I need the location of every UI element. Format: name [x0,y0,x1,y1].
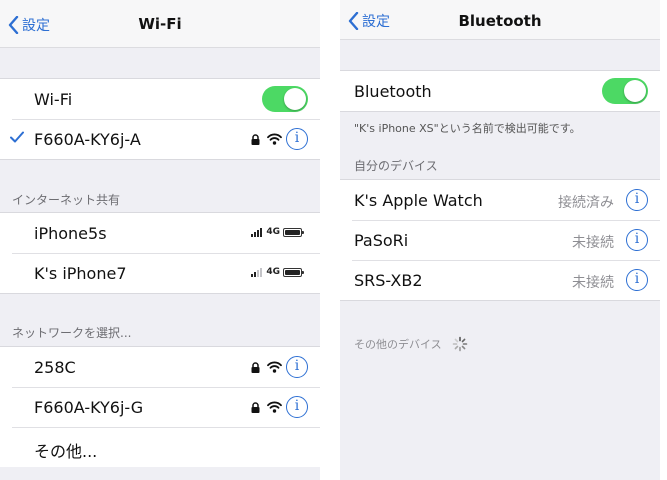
hotspot-section-header: インターネット共有 [12,193,121,207]
other-network-label: その他... [34,442,98,461]
page-title: Wi-Fi [138,15,182,33]
checkmark-icon [10,131,24,143]
wifi-signal-icon [267,401,282,413]
lock-icon [251,134,260,145]
cellular-signal-icon [251,227,263,237]
wifi-toggle-switch[interactable] [262,86,308,112]
network-row[interactable]: 258C i [0,347,320,387]
loading-spinner-icon [452,336,467,352]
bluetooth-toggle-row: Bluetooth [340,71,660,111]
toggle-knob [284,88,306,110]
battery-icon [283,227,304,237]
network-type: 4G [266,267,280,277]
bluetooth-nav-bar: 設定 Bluetooth [340,0,660,40]
wifi-signal-icon [267,133,282,145]
my-devices-header: 自分のデバイス [354,159,438,173]
other-network-row[interactable]: その他... [0,427,320,467]
info-icon[interactable]: i [626,229,648,251]
device-status: 未接続 [572,235,614,251]
device-name: PaSoRi [354,231,409,250]
lock-icon [251,402,260,413]
networks-group: 258C i F660A-KY6j-G i その他... [0,346,320,467]
bluetooth-toggle-switch[interactable] [602,78,648,104]
wifi-settings-screen: 設定 Wi-Fi Wi-Fi F660A-KY6j-A i インターネット共有 … [0,0,320,480]
device-row[interactable]: K's Apple Watch 接続済み i [340,180,660,220]
bluetooth-settings-screen: 設定 Bluetooth Bluetooth "K's iPhone XS"とい… [340,0,660,480]
hotspot-status: 4G [251,267,304,277]
network-type: 4G [266,227,280,237]
discoverable-description: "K's iPhone XS"という名前で検出可能です。 [354,122,581,135]
device-status: 未接続 [572,275,614,291]
connected-network-name: F660A-KY6j-A [34,130,141,149]
my-devices-group: K's Apple Watch 接続済み i PaSoRi 未接続 i SRS-… [340,179,660,301]
wifi-toggle-label: Wi-Fi [34,90,73,109]
connected-network-row[interactable]: F660A-KY6j-A i [0,119,320,159]
networks-section-header: ネットワークを選択... [12,326,132,340]
hotspot-status: 4G [251,227,304,237]
hotspot-group: iPhone5s 4G K's iPhone7 4G [0,212,320,294]
info-icon[interactable]: i [286,128,308,150]
lock-icon [251,362,260,373]
hotspot-row[interactable]: iPhone5s 4G [0,213,320,253]
hotspot-name: K's iPhone7 [34,264,127,283]
device-status: 接続済み [558,195,614,211]
wifi-signal-icon [267,361,282,373]
hotspot-name: iPhone5s [34,224,107,243]
info-icon[interactable]: i [286,356,308,378]
wifi-main-group: Wi-Fi F660A-KY6j-A i [0,78,320,160]
hotspot-row[interactable]: K's iPhone7 4G [0,253,320,293]
bluetooth-toggle-group: Bluetooth [340,70,660,112]
cellular-signal-icon [251,267,263,277]
other-devices-header: その他のデバイス [354,338,442,351]
network-row[interactable]: F660A-KY6j-G i [0,387,320,427]
info-icon[interactable]: i [626,269,648,291]
wifi-nav-bar: 設定 Wi-Fi [0,0,320,48]
info-icon[interactable]: i [286,396,308,418]
wifi-toggle-row: Wi-Fi [0,79,320,119]
toggle-knob [624,80,646,102]
bluetooth-toggle-label: Bluetooth [354,82,432,101]
device-row[interactable]: PaSoRi 未接続 i [340,220,660,260]
device-name: SRS-XB2 [354,271,423,290]
network-name: F660A-KY6j-G [34,398,144,417]
network-name: 258C [34,358,76,377]
info-icon[interactable]: i [626,189,648,211]
device-name: K's Apple Watch [354,191,483,210]
page-title: Bluetooth [458,12,542,30]
other-devices-row: その他のデバイス [354,336,468,352]
battery-icon [283,267,304,277]
device-row[interactable]: SRS-XB2 未接続 i [340,260,660,300]
